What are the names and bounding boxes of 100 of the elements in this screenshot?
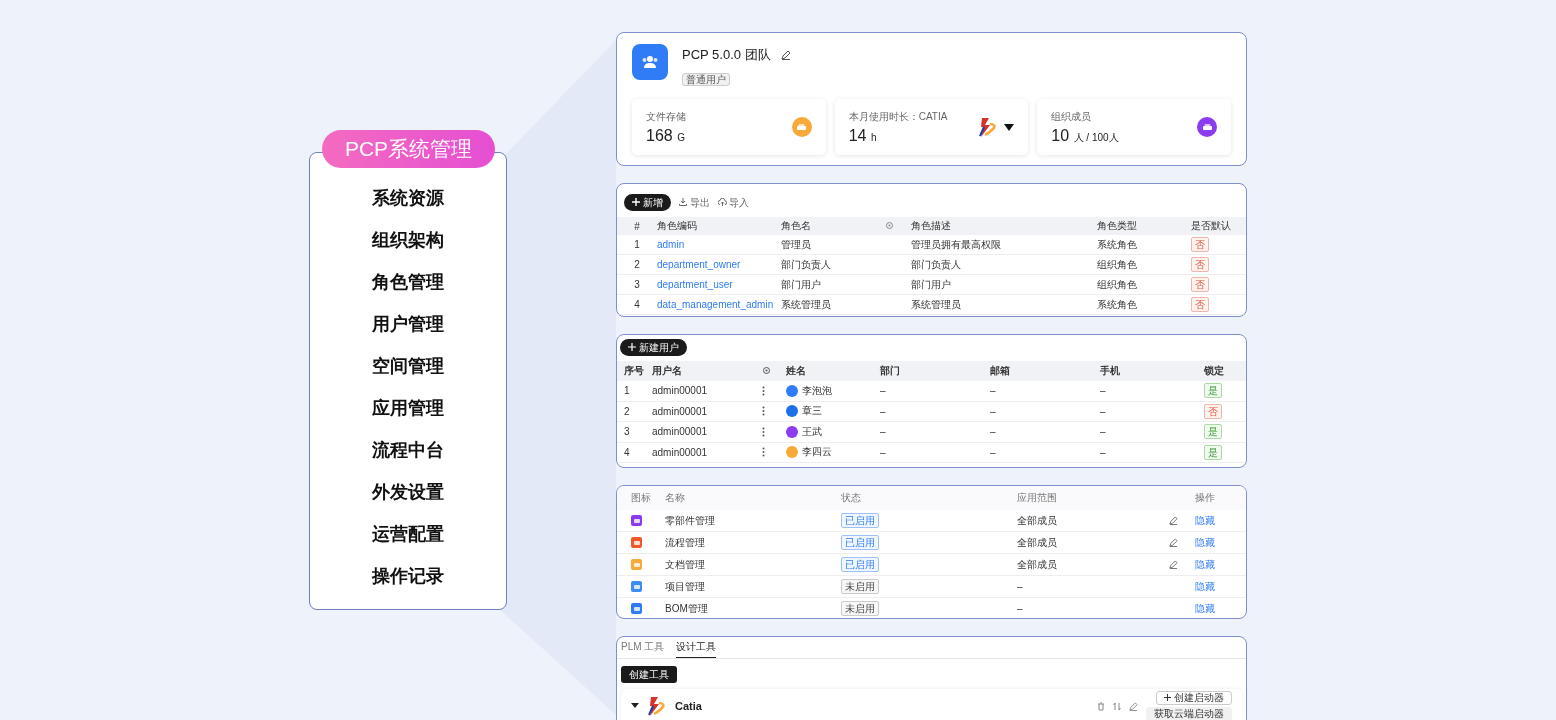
column-header: 序号 (624, 364, 645, 378)
table-cell-text: 文档管理 (665, 557, 706, 572)
menu-item[interactable]: 系统资源 (372, 183, 444, 225)
hide-link[interactable]: 隐藏 (1195, 557, 1246, 572)
role-code-link[interactable]: admin (657, 239, 781, 250)
column-header: 操作 (1195, 491, 1216, 505)
column-header: 角色类型 (1097, 219, 1138, 233)
table-cell-text: 全部成员 (1017, 535, 1058, 550)
stat-label: 组织成员 (1051, 109, 1093, 124)
default-tag: 否 (1191, 277, 1209, 292)
stat-value: 10 (1051, 126, 1070, 144)
column-header: 角色编码 (657, 219, 698, 233)
default-tag: 否 (1191, 237, 1209, 252)
plus-icon (632, 198, 640, 206)
user-name: 李四云 (802, 445, 832, 460)
hide-link[interactable]: 隐藏 (1195, 535, 1246, 550)
more-icon[interactable] (762, 406, 765, 417)
edit-icon[interactable] (1169, 560, 1178, 569)
column-header: 名称 (665, 491, 686, 505)
new-user-button[interactable]: 新建用户 (620, 339, 687, 356)
role-tag: 普通用户 (682, 73, 730, 86)
role-code-link[interactable]: department_user (657, 279, 781, 290)
stat-label: 本月使用时长：CATIA (848, 109, 948, 124)
tab[interactable]: PLM 工具 (621, 637, 665, 658)
table-cell-text: – (880, 446, 887, 458)
app-logo-icon (647, 695, 667, 717)
create-launcher-button[interactable]: 创建启动器 (1156, 691, 1232, 705)
table-cell-text: 1 (633, 239, 641, 250)
menu-item[interactable]: 角色管理 (372, 267, 444, 309)
column-header: 手机 (1100, 364, 1121, 378)
sort-icon[interactable] (1113, 701, 1121, 711)
team-name: PCP 5.0.0 团队 (682, 46, 771, 64)
more-icon[interactable] (762, 447, 765, 458)
default-tag: 否 (1191, 257, 1209, 272)
table-cell-text: 2 (624, 405, 631, 417)
default-tag: 否 (1191, 297, 1209, 312)
column-header: 部门 (880, 364, 901, 378)
lock-tag: 否 (1204, 403, 1222, 419)
user-name: 李泡泡 (802, 383, 832, 398)
menu-item[interactable]: 应用管理 (372, 393, 444, 435)
menu-title: PCP系统管理 (322, 130, 495, 168)
table-cell-text: – (880, 426, 887, 438)
menu-item[interactable]: 组织架构 (372, 225, 444, 267)
table-cell-text: 系统管理员 (911, 297, 962, 312)
table-cell-text: 部门负责人 (781, 257, 832, 272)
export-button[interactable]: 导出 (678, 195, 710, 210)
table-cell-text: 系统管理员 (781, 297, 832, 312)
table-cell-text: 组织角色 (1097, 257, 1138, 272)
dropdown-caret-icon[interactable] (1004, 123, 1015, 131)
more-icon[interactable] (762, 426, 765, 437)
cloud-launcher-button[interactable]: 获取云端启动器 (1146, 707, 1232, 720)
hide-link[interactable]: 隐藏 (1195, 513, 1246, 528)
caret-icon[interactable] (631, 703, 639, 709)
team-icon (632, 44, 668, 80)
edit-icon[interactable] (1169, 516, 1178, 525)
members-icon (1197, 117, 1217, 137)
table-cell-text: 2 (633, 259, 641, 270)
menu-item[interactable]: 外发设置 (372, 477, 444, 519)
hide-link[interactable]: 隐藏 (1195, 579, 1246, 594)
more-icon[interactable] (762, 385, 765, 396)
column-header: 邮箱 (990, 364, 1011, 378)
table-cell-text: – (880, 385, 887, 397)
cloud-upload-icon (717, 197, 727, 206)
table-cell-text: – (1100, 405, 1107, 417)
edit-icon[interactable] (1169, 538, 1178, 547)
tab[interactable]: 设计工具 (676, 637, 717, 658)
table-cell-text: – (1100, 446, 1107, 458)
add-button[interactable]: 新增 (624, 194, 671, 211)
menu-item[interactable]: 操作记录 (372, 561, 444, 603)
role-code-link[interactable]: department_owner (657, 259, 781, 270)
table-cell-text: 部门用户 (781, 277, 822, 292)
table-cell-text: – (990, 426, 997, 438)
table-cell-text: admin00001 (652, 405, 709, 417)
status-tag: 已启用 (841, 513, 879, 528)
column-header: 锁定 (1204, 364, 1225, 378)
hide-link[interactable]: 隐藏 (1195, 601, 1246, 616)
edit-icon[interactable] (780, 50, 791, 60)
menu-item[interactable]: 用户管理 (372, 309, 444, 351)
table-cell-text: 流程管理 (665, 535, 706, 550)
column-header: 是否默认 (1191, 219, 1232, 233)
settings-icon[interactable] (885, 220, 894, 230)
table-cell-text: 部门负责人 (911, 257, 962, 272)
create-tool-button[interactable]: 创建工具 (621, 666, 677, 683)
table-cell-text: 4 (633, 299, 641, 310)
menu-item[interactable]: 流程中台 (372, 435, 444, 477)
stat-unit: 人 / 100人 (1073, 131, 1119, 143)
table-cell-text: 4 (624, 446, 631, 458)
table-cell-text: 全部成员 (1017, 513, 1058, 528)
app-logo-icon (978, 116, 999, 138)
menu-item[interactable]: 空间管理 (372, 351, 444, 393)
role-code-link[interactable]: data_management_admin (657, 299, 781, 310)
delete-icon[interactable] (1097, 701, 1105, 711)
settings-icon[interactable] (762, 365, 771, 375)
user-name: 章三 (802, 404, 822, 419)
import-button[interactable]: 导入 (717, 195, 750, 210)
table-cell-text: 项目管理 (665, 579, 706, 594)
table-cell-text: 3 (633, 279, 641, 290)
table-cell-text: 3 (624, 426, 631, 438)
menu-item[interactable]: 运营配置 (372, 519, 444, 561)
status-tag: 已启用 (841, 557, 879, 572)
